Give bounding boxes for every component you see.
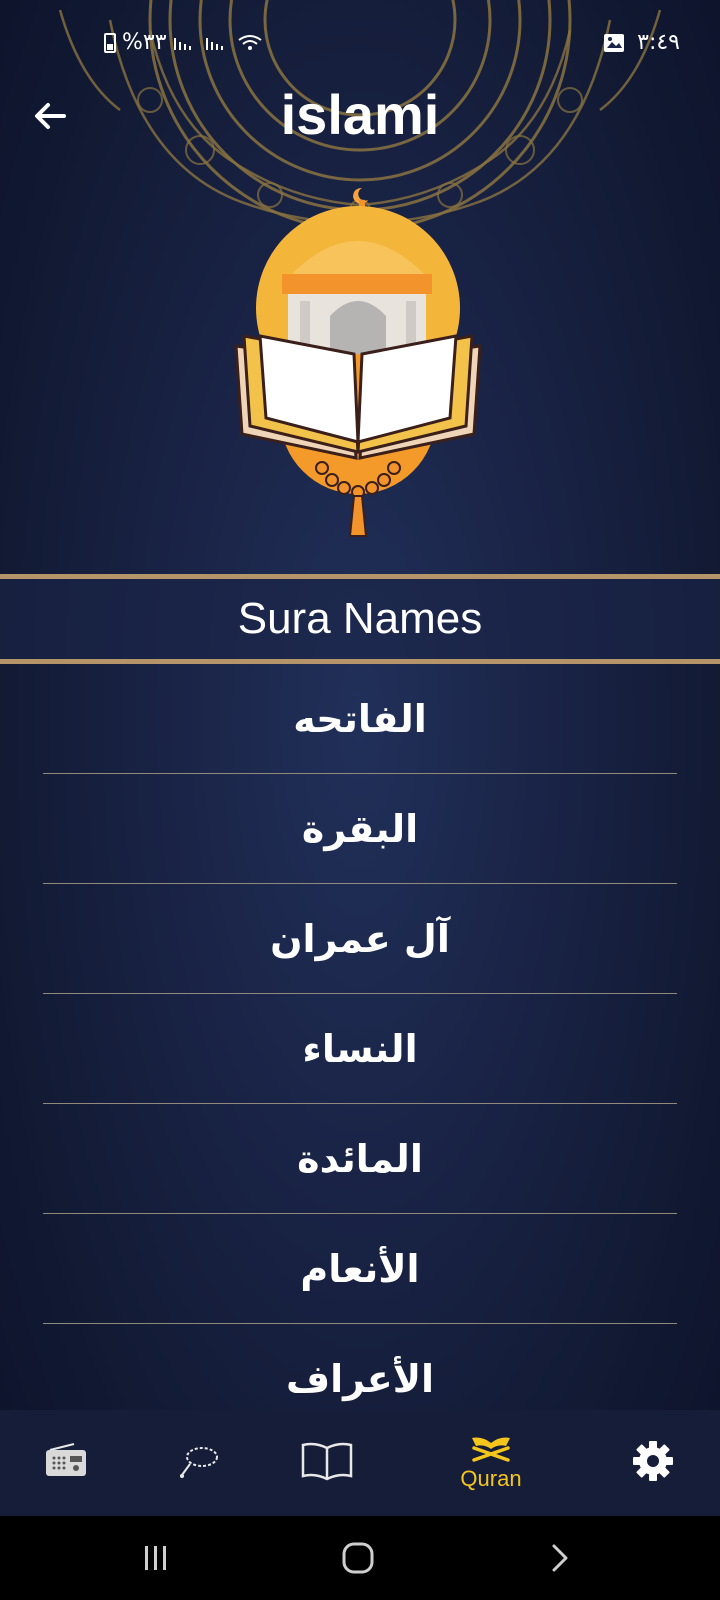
sebha-icon bbox=[180, 1447, 218, 1478]
clock: ٣:٤٩ bbox=[637, 30, 680, 55]
nav-item-settings[interactable] bbox=[593, 1410, 713, 1516]
nav-item-radio[interactable] bbox=[6, 1410, 126, 1516]
wifi-icon bbox=[237, 34, 262, 50]
sura-item[interactable]: المائدة bbox=[43, 1104, 677, 1214]
recent-apps-icon bbox=[145, 1546, 166, 1570]
recent-apps-button[interactable] bbox=[126, 1536, 186, 1580]
status-left: %٣٣ bbox=[104, 30, 263, 55]
battery-icon bbox=[104, 32, 116, 53]
gear-icon bbox=[633, 1441, 673, 1481]
sura-item[interactable]: النساء bbox=[43, 994, 677, 1104]
back-button[interactable] bbox=[530, 1536, 590, 1580]
home-icon bbox=[342, 1542, 374, 1574]
nav-label-quran: Quran bbox=[460, 1466, 522, 1491]
quran-logo bbox=[234, 187, 482, 537]
sura-item[interactable]: الفاتحه bbox=[43, 664, 677, 774]
screen: %٣٣ ٣:٤٩ islami Sura Names الفاتحه البقر… bbox=[0, 0, 720, 1600]
quran-icon bbox=[472, 1437, 510, 1462]
signal-icon bbox=[173, 37, 191, 50]
page-title: islami bbox=[280, 83, 440, 146]
image-icon bbox=[604, 33, 625, 52]
bottom-nav: Quran bbox=[0, 1410, 720, 1516]
radio-icon bbox=[46, 1443, 86, 1476]
nav-item-sebha[interactable] bbox=[138, 1410, 258, 1516]
home-button[interactable] bbox=[328, 1536, 388, 1580]
sura-item[interactable]: الأنعام bbox=[43, 1214, 677, 1324]
status-bar: %٣٣ ٣:٤٩ bbox=[0, 22, 720, 62]
sura-item[interactable]: البقرة bbox=[43, 774, 677, 884]
sura-names-header: Sura Names bbox=[0, 574, 720, 664]
battery-text: %٣٣ bbox=[122, 30, 167, 55]
book-icon bbox=[301, 1442, 353, 1481]
sura-item[interactable]: آل عمران bbox=[43, 884, 677, 994]
nav-item-quran[interactable]: Quran bbox=[431, 1410, 551, 1516]
sura-names-title: Sura Names bbox=[237, 594, 483, 643]
nav-item-book[interactable] bbox=[267, 1410, 387, 1516]
signal-icon-2 bbox=[205, 37, 223, 50]
status-right: ٣:٤٩ bbox=[603, 30, 680, 55]
chevron-right-icon bbox=[552, 1544, 568, 1572]
sura-list: الفاتحه البقرة آل عمران النساء المائدة ا… bbox=[43, 664, 677, 1434]
system-nav-bar bbox=[0, 1516, 720, 1600]
